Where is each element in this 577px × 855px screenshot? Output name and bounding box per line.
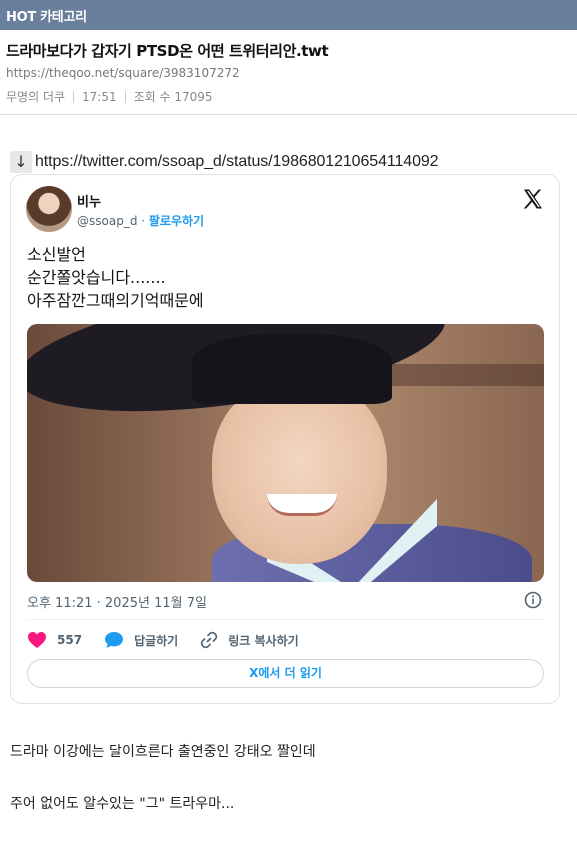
source-link-line: ↓ https://twitter.com/ssoap_d/status/198… — [10, 151, 439, 173]
link-icon — [201, 631, 218, 649]
photo-hat-crown — [192, 334, 392, 404]
down-arrow-icon: ↓ — [10, 151, 32, 173]
tweet-divider — [27, 619, 544, 620]
avatar[interactable] — [26, 186, 72, 232]
copy-link-button[interactable]: 링크 복사하기 — [200, 631, 299, 649]
meta-separator — [73, 90, 75, 103]
tweet-photo[interactable] — [27, 324, 544, 582]
hot-category-link[interactable]: HOT 카테고리 — [6, 6, 87, 25]
info-icon[interactable] — [524, 591, 542, 609]
tweet-timestamp[interactable]: 오후 11:21 · 2025년 11월 7일 — [27, 592, 207, 611]
source-link[interactable]: https://twitter.com/ssoap_d/status/19868… — [35, 153, 439, 171]
meta-separator — [124, 90, 126, 103]
follow-button[interactable]: 팔로우하기 — [149, 214, 204, 228]
heart-icon — [28, 632, 46, 648]
photo-face — [212, 379, 387, 564]
body-paragraph: 주어 없어도 알수있는 "그" 트라우마... — [10, 796, 235, 812]
tweet-actions: 557 답글하기 링크 복사하기 — [27, 628, 321, 652]
read-more-on-x-button[interactable]: X에서 더 읽기 — [27, 659, 544, 688]
like-count: 557 — [57, 633, 83, 647]
copy-link-label: 링크 복사하기 — [228, 633, 299, 648]
reply-bubble-icon — [105, 632, 124, 648]
handle-separator: · — [137, 214, 149, 228]
tweet-author-name[interactable]: 비누 — [77, 191, 101, 210]
tweet-author-handle[interactable]: @ssoap_d — [77, 214, 137, 228]
x-logo-icon[interactable] — [521, 187, 545, 211]
like-button[interactable]: 557 — [27, 631, 82, 649]
tweet-line: 아주잠깐그때의기억때문에 — [27, 291, 204, 310]
category-header: HOT 카테고리 — [0, 0, 577, 30]
post-author: 무명의 더쿠 — [6, 90, 66, 104]
post-time: 17:51 — [82, 89, 117, 104]
reply-button[interactable]: 답글하기 — [104, 631, 178, 649]
tweet-embed-card[interactable]: 비누 @ssoap_d · 팔로우하기 소신발언 순간쫄앗습니다....... … — [10, 174, 560, 704]
reply-label: 답글하기 — [134, 633, 179, 648]
post-views: 조회 수 17095 — [133, 90, 213, 104]
post-meta: 무명의 더쿠 17:51 조회 수 17095 — [6, 88, 213, 105]
post-url[interactable]: https://theqoo.net/square/3983107272 — [6, 66, 240, 80]
tweet-author-handle-line: @ssoap_d · 팔로우하기 — [77, 212, 204, 229]
tweet-line: 소신발언 — [27, 245, 86, 264]
tweet-line: 순간쫄앗습니다....... — [27, 268, 166, 287]
header-divider — [0, 114, 577, 115]
post-title: 드라마보다가 갑자기 PTSD온 어떤 트위터리안.twt — [6, 42, 329, 60]
body-paragraph: 드라마 이강에는 달이흐른다 출연중인 강태오 짤인데 — [10, 744, 316, 760]
photo-smile — [267, 494, 337, 516]
tweet-text: 소신발언 순간쫄앗습니다....... 아주잠깐그때의기억때문에 — [27, 243, 204, 312]
